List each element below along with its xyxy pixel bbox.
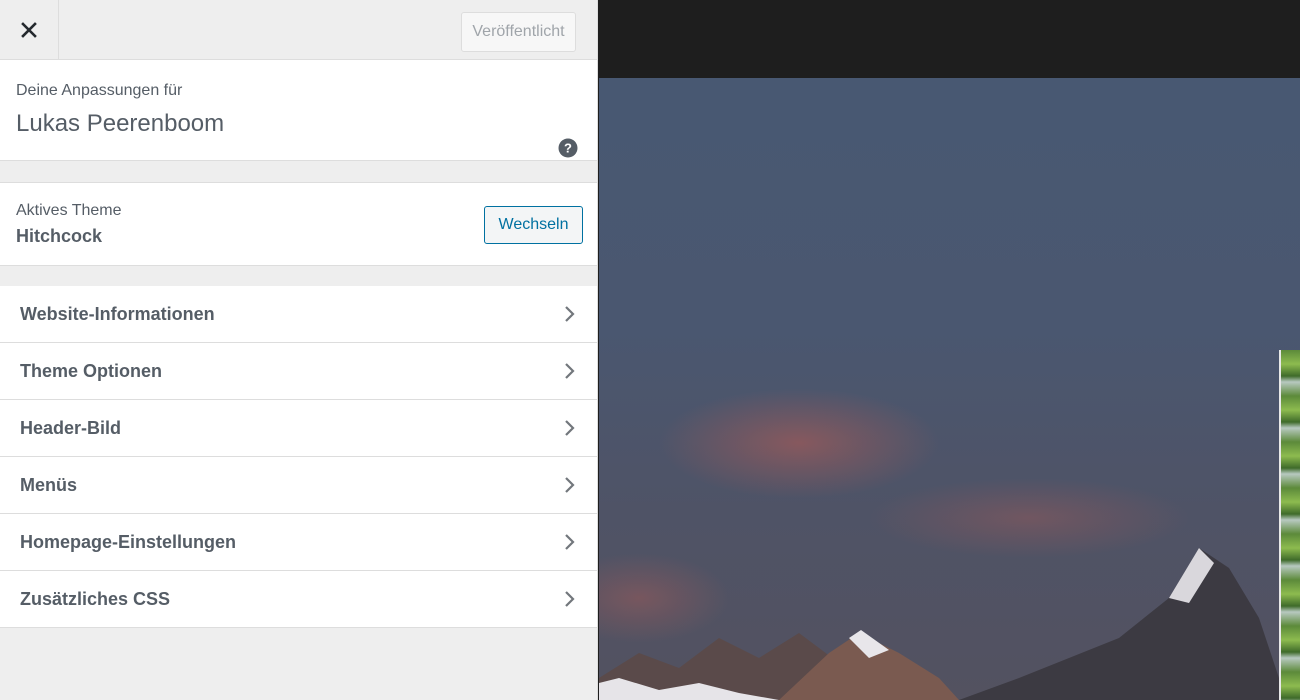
site-title: Lukas Peerenboom: [16, 110, 225, 137]
svg-text:?: ?: [564, 141, 572, 156]
mountain-landscape: [599, 388, 1279, 700]
section-label: Theme Optionen: [20, 360, 163, 381]
chevron-right-icon: [565, 477, 575, 493]
customizer-sidebar: Veröffentlicht Deine Anpassungen für Luk…: [0, 0, 598, 700]
section-header-image[interactable]: Header-Bild: [0, 400, 597, 457]
preview-content-edge: [1279, 350, 1300, 700]
question-icon[interactable]: ?: [558, 138, 578, 158]
section-label: Website-Informationen: [20, 303, 215, 324]
section-label: Menüs: [20, 474, 78, 495]
active-theme-panel: Aktives Theme Hitchcock Wechseln: [0, 182, 597, 266]
chevron-right-icon: [565, 534, 575, 550]
customizer-info-panel: Deine Anpassungen für Lukas Peerenboom ?: [0, 60, 597, 161]
change-theme-button[interactable]: Wechseln: [484, 206, 583, 244]
chevron-right-icon: [565, 420, 575, 436]
customizer-sections: Website-Informationen Theme Optionen Hea…: [0, 286, 597, 628]
preview-header-bar: [599, 0, 1300, 78]
section-label: Header-Bild: [20, 417, 122, 438]
chevron-right-icon: [565, 591, 575, 607]
site-preview[interactable]: [599, 0, 1300, 700]
section-homepage-settings[interactable]: Homepage-Einstellungen: [0, 514, 597, 571]
chevron-right-icon: [565, 363, 575, 379]
info-label: Deine Anpassungen für: [16, 82, 183, 99]
chevron-right-icon: [565, 306, 575, 322]
section-label: Zusätzliches CSS: [20, 588, 171, 609]
section-label: Homepage-Einstellungen: [20, 531, 237, 552]
section-website-info[interactable]: Website-Informationen: [0, 286, 597, 343]
header-image: [599, 78, 1300, 700]
customizer-header: Veröffentlicht: [0, 0, 597, 60]
section-menus[interactable]: Menüs: [0, 457, 597, 514]
publish-button[interactable]: Veröffentlicht: [461, 12, 576, 52]
section-additional-css[interactable]: Zusätzliches CSS: [0, 571, 597, 628]
close-icon: [21, 21, 37, 38]
section-theme-options[interactable]: Theme Optionen: [0, 343, 597, 400]
close-button[interactable]: [0, 0, 59, 59]
